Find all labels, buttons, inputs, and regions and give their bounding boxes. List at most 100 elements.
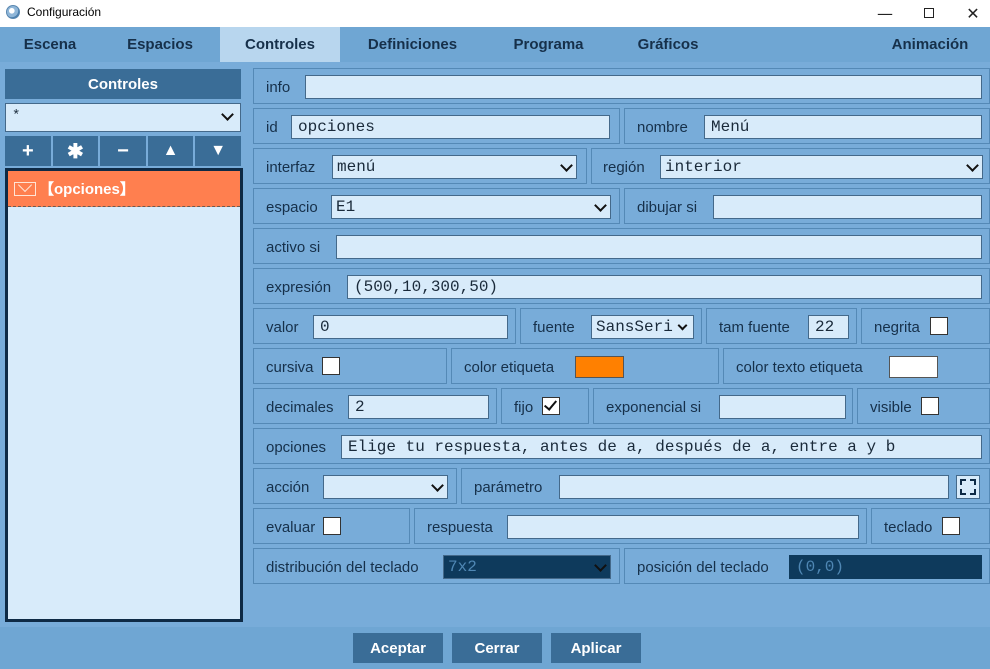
tam-fuente-field[interactable]: 22 <box>808 315 849 339</box>
distribucion-teclado-label: distribución del teclado <box>266 559 419 576</box>
exponencial-si-row: exponencial si <box>593 388 853 424</box>
controls-header: Controles <box>5 69 241 99</box>
controls-filter-select[interactable]: * <box>5 103 241 132</box>
region-label: región <box>603 159 645 176</box>
respuesta-field[interactable] <box>507 515 859 539</box>
tab-definiciones[interactable]: Definiciones <box>340 27 485 62</box>
move-up-button[interactable]: ▲ <box>147 136 194 166</box>
opciones-field[interactable]: Elige tu respuesta, antes de a, después … <box>341 435 982 459</box>
controls-filter-value: * <box>12 108 21 124</box>
expresion-row: expresión (500,10,300,50) <box>253 268 990 304</box>
region-select[interactable]: interior <box>660 155 983 179</box>
interfaz-select[interactable]: menú <box>332 155 577 179</box>
id-field[interactable]: opciones <box>291 115 610 139</box>
chevron-down-icon <box>560 159 573 172</box>
dibujar-si-row: dibujar si <box>624 188 990 224</box>
fuente-label: fuente <box>533 319 575 336</box>
tab-controles[interactable]: Controles <box>220 27 340 62</box>
visible-row: visible <box>857 388 990 424</box>
valor-field[interactable]: 0 <box>313 315 508 339</box>
fuente-select[interactable]: SansSeri <box>591 315 694 339</box>
apply-button[interactable]: Aplicar <box>551 633 641 663</box>
color-etiqueta-label: color etiqueta <box>464 359 555 376</box>
chevron-down-icon <box>594 199 607 212</box>
decimales-label: decimales <box>266 399 334 416</box>
accion-label: acción <box>266 479 310 496</box>
tab-graficos[interactable]: Gráficos <box>612 27 724 62</box>
tab-animacion[interactable]: Animación <box>870 27 990 62</box>
tab-escena[interactable]: Escena <box>0 27 100 62</box>
tam-fuente-row: tam fuente 22 <box>706 308 857 344</box>
fijo-checkbox[interactable] <box>542 397 560 415</box>
chevron-down-icon <box>431 479 444 492</box>
espacio-row: espacio E1 <box>253 188 620 224</box>
accion-select[interactable] <box>323 475 448 499</box>
main-area: Controles * + ✱ − ▲ ▼ 【opciones】 info id… <box>0 62 990 627</box>
checkmark-icon <box>543 397 558 411</box>
list-item-label: 【opciones】 <box>39 181 135 198</box>
accept-button[interactable]: Aceptar <box>353 633 443 663</box>
expresion-field[interactable]: (500,10,300,50) <box>347 275 982 299</box>
interfaz-value: menú <box>337 158 376 176</box>
visible-checkbox[interactable] <box>921 397 939 415</box>
evaluar-checkbox[interactable] <box>323 517 341 535</box>
parametro-field[interactable] <box>559 475 949 499</box>
id-label: id <box>266 119 278 136</box>
espacio-label: espacio <box>266 199 318 216</box>
info-field[interactable] <box>305 75 982 99</box>
posicion-teclado-label: posición del teclado <box>637 559 769 576</box>
fuente-row: fuente SansSeri <box>520 308 702 344</box>
teclado-checkbox[interactable] <box>942 517 960 535</box>
dibujar-si-label: dibujar si <box>637 199 698 216</box>
menu-control-icon <box>14 181 36 196</box>
remove-control-button[interactable]: − <box>100 136 146 166</box>
cursiva-label: cursiva <box>266 359 314 376</box>
close-icon[interactable]: ✕ <box>950 0 990 26</box>
dibujar-si-field[interactable] <box>713 195 982 219</box>
bottom-bar: Aceptar Cerrar Aplicar <box>0 627 990 669</box>
duplicate-control-button[interactable]: ✱ <box>52 136 99 166</box>
expand-icon[interactable] <box>956 475 980 499</box>
fijo-row: fijo <box>501 388 589 424</box>
move-down-button[interactable]: ▼ <box>195 136 241 166</box>
region-row: región interior <box>591 148 990 184</box>
tab-espacios[interactable]: Espacios <box>100 27 220 62</box>
decimales-field[interactable]: 2 <box>348 395 489 419</box>
color-etiqueta-swatch[interactable] <box>575 356 624 378</box>
close-button[interactable]: Cerrar <box>452 633 542 663</box>
negrita-checkbox[interactable] <box>930 317 948 335</box>
list-item[interactable]: 【opciones】 <box>8 171 240 207</box>
maximize-icon[interactable] <box>906 0 952 26</box>
nombre-row: nombre Menú <box>624 108 990 144</box>
nombre-field[interactable]: Menú <box>704 115 982 139</box>
opciones-row: opciones Elige tu respuesta, antes de a,… <box>253 428 990 464</box>
posicion-teclado-field[interactable]: (0,0) <box>789 555 982 579</box>
add-control-button[interactable]: + <box>5 136 51 166</box>
app-icon <box>6 5 20 19</box>
tab-programa[interactable]: Programa <box>485 27 612 62</box>
teclado-row: teclado <box>871 508 990 544</box>
cursiva-row: cursiva <box>253 348 447 384</box>
activo-si-row: activo si <box>253 228 990 264</box>
exponencial-si-label: exponencial si <box>606 399 702 416</box>
valor-row: valor 0 <box>253 308 516 344</box>
tam-fuente-label: tam fuente <box>719 319 790 336</box>
fuente-value: SansSeri <box>596 318 673 336</box>
espacio-select[interactable]: E1 <box>331 195 611 219</box>
interfaz-label: interfaz <box>266 159 316 176</box>
posicion-teclado-row: posición del teclado (0,0) <box>624 548 990 584</box>
controls-panel: Controles * + ✱ − ▲ ▼ 【opciones】 <box>5 69 243 622</box>
id-row: id opciones <box>253 108 620 144</box>
region-value: interior <box>665 158 742 176</box>
color-texto-etiqueta-swatch[interactable] <box>889 356 938 378</box>
distribucion-teclado-row: distribución del teclado 7x2 <box>253 548 620 584</box>
activo-si-field[interactable] <box>336 235 982 259</box>
cursiva-checkbox[interactable] <box>322 357 340 375</box>
exponencial-si-field[interactable] <box>719 395 846 419</box>
minimize-icon[interactable]: — <box>862 0 908 26</box>
distribucion-teclado-select[interactable]: 7x2 <box>443 555 611 579</box>
controls-list: 【opciones】 <box>5 168 243 622</box>
tab-bar: Escena Espacios Controles Definiciones P… <box>0 27 990 62</box>
espacio-value: E1 <box>336 198 356 216</box>
info-row: info <box>253 68 990 104</box>
